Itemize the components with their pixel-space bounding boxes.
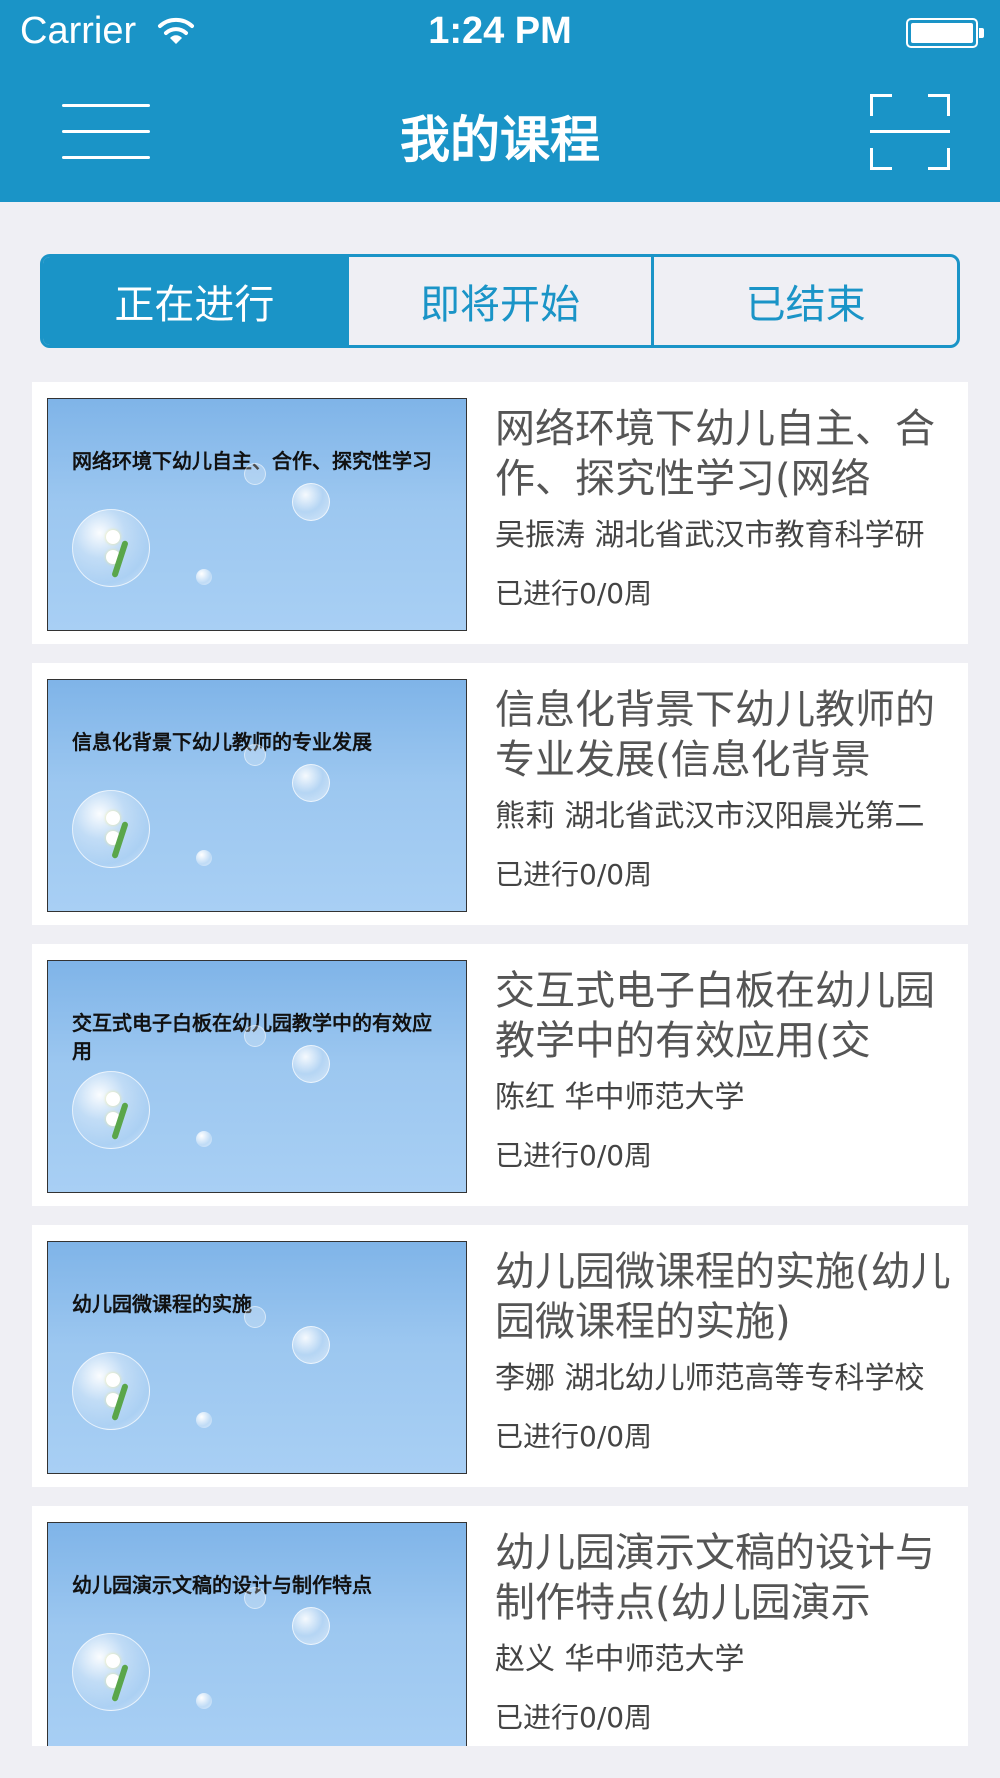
course-thumbnail: 信息化背景下幼儿教师的专业发展 <box>47 679 467 912</box>
course-thumbnail: 幼儿园微课程的实施 <box>47 1241 467 1474</box>
course-title: 网络环境下幼儿自主、合作、探究性学习(网络 <box>495 406 935 502</box>
course-list: 网络环境下幼儿自主、合作、探究性学习 网络环境下幼儿自主、合作、探究性学习(网络… <box>32 382 968 1778</box>
course-thumbnail: 网络环境下幼儿自主、合作、探究性学习 <box>47 398 467 631</box>
course-teacher: 赵义 华中师范大学 <box>495 1642 745 1677</box>
course-progress: 已进行0/0周 <box>495 1420 653 1453</box>
nav-header: Carrier 1:24 PM 我的课程 <box>0 0 1000 202</box>
course-card[interactable]: 幼儿园微课程的实施 幼儿园微课程的实施(幼儿园微课程的实施) 李娜 湖北幼儿师范… <box>32 1225 968 1487</box>
course-thumbnail: 幼儿园演示文稿的设计与制作特点 <box>47 1522 467 1755</box>
course-status-tabs: 正在进行 即将开始 已结束 <box>40 254 960 348</box>
course-progress: 已进行0/0周 <box>495 1139 653 1172</box>
bottom-spacer <box>0 1746 1000 1778</box>
course-teacher: 熊莉 湖北省武汉市汉阳晨光第二 <box>495 799 925 834</box>
course-progress: 已进行0/0周 <box>495 577 653 610</box>
course-title: 交互式电子白板在幼儿园教学中的有效应用(交 <box>495 968 935 1064</box>
course-progress: 已进行0/0周 <box>495 1701 653 1734</box>
tab-in-progress[interactable]: 正在进行 <box>43 257 349 345</box>
course-teacher: 吴振涛 湖北省武汉市教育科学研 <box>495 518 925 553</box>
tab-upcoming[interactable]: 即将开始 <box>349 257 655 345</box>
course-card[interactable]: 网络环境下幼儿自主、合作、探究性学习 网络环境下幼儿自主、合作、探究性学习(网络… <box>32 382 968 644</box>
status-time: 1:24 PM <box>428 10 572 52</box>
status-bar: Carrier 1:24 PM <box>0 0 1000 66</box>
qr-scan-icon[interactable] <box>868 88 952 172</box>
course-title: 幼儿园微课程的实施(幼儿园微课程的实施) <box>495 1249 951 1345</box>
course-teacher: 李娜 湖北幼儿师范高等专科学校 <box>495 1361 925 1396</box>
course-card[interactable]: 信息化背景下幼儿教师的专业发展 信息化背景下幼儿教师的专业发展(信息化背景 熊莉… <box>32 663 968 925</box>
course-card[interactable]: 幼儿园演示文稿的设计与制作特点 幼儿园演示文稿的设计与制作特点(幼儿园演示 赵义… <box>32 1506 968 1768</box>
page-title: 我的课程 <box>400 111 600 169</box>
course-title: 幼儿园演示文稿的设计与制作特点(幼儿园演示 <box>495 1530 935 1626</box>
tab-finished[interactable]: 已结束 <box>654 257 957 345</box>
course-teacher: 陈红 华中师范大学 <box>495 1080 745 1115</box>
course-thumbnail: 交互式电子白板在幼儿园教学中的有效应用 <box>47 960 467 1193</box>
battery-icon <box>906 18 984 48</box>
course-card[interactable]: 交互式电子白板在幼儿园教学中的有效应用 交互式电子白板在幼儿园教学中的有效应用(… <box>32 944 968 1206</box>
course-title: 信息化背景下幼儿教师的专业发展(信息化背景 <box>495 687 935 783</box>
course-progress: 已进行0/0周 <box>495 858 653 891</box>
